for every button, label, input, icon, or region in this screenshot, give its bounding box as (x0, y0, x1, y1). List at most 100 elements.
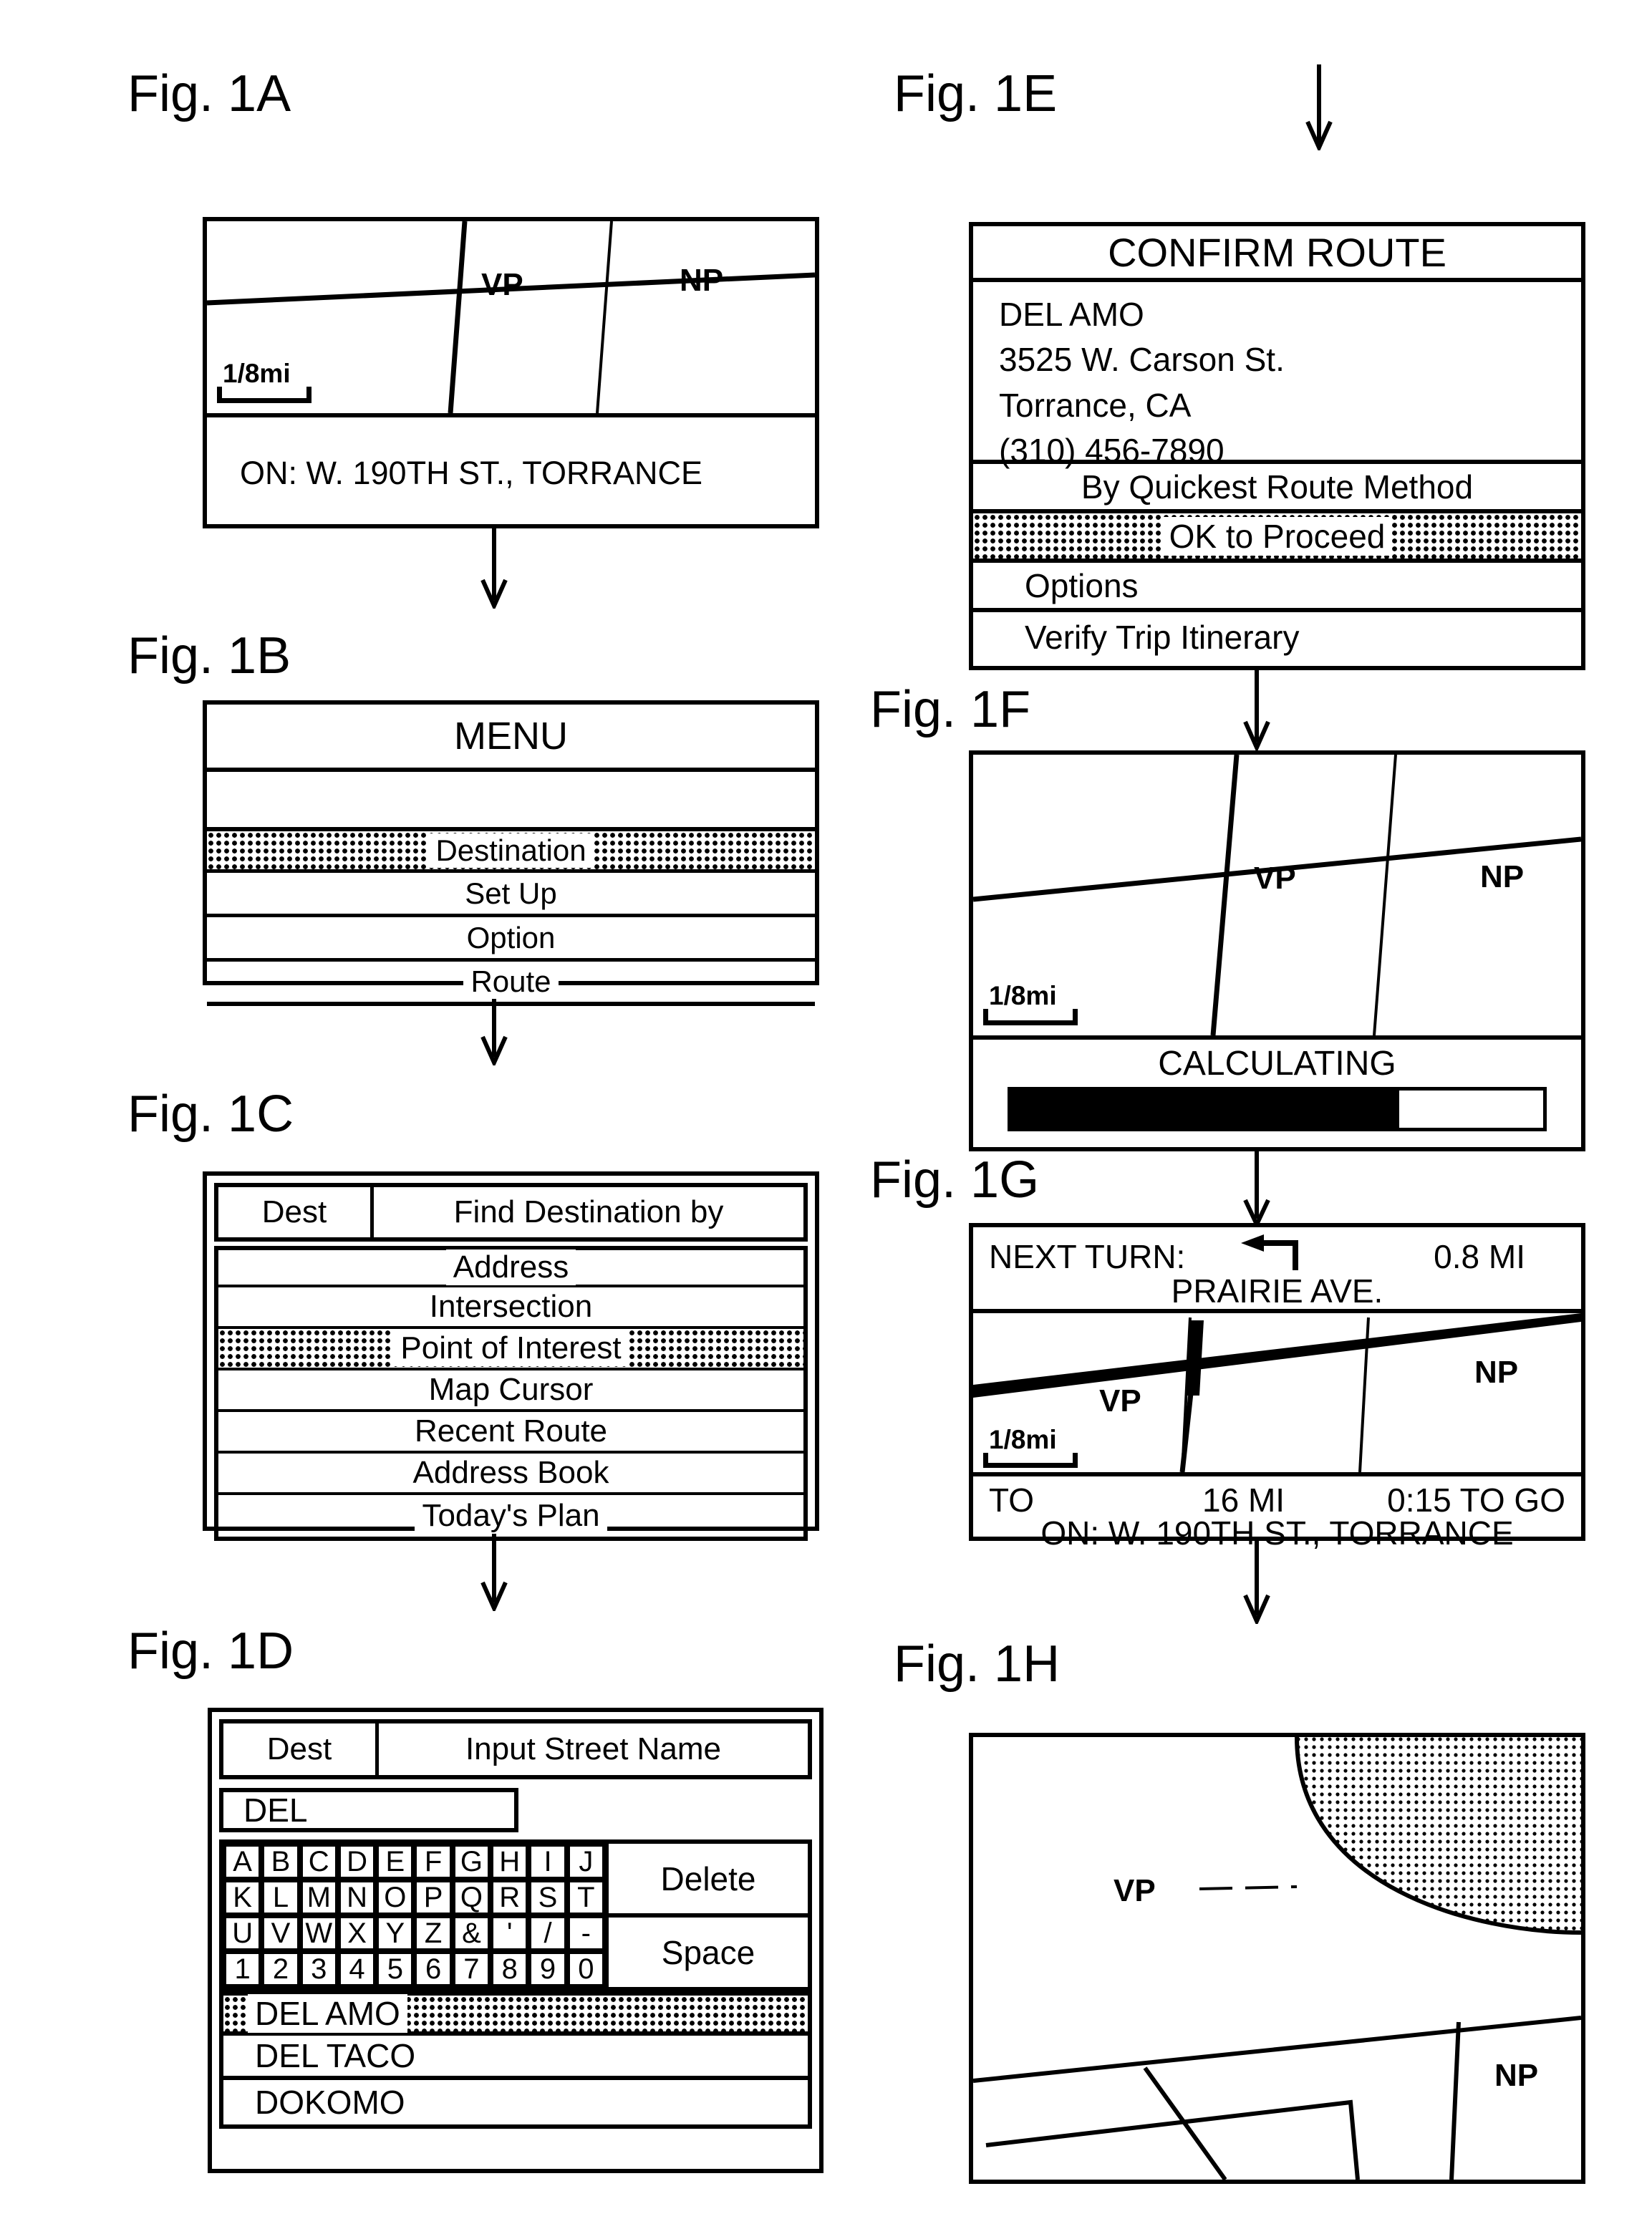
key-X[interactable]: X (337, 1915, 377, 1951)
fig1d-header-dest[interactable]: Dest (223, 1723, 379, 1775)
key-T[interactable]: T (566, 1880, 605, 1915)
key-2[interactable]: 2 (261, 1951, 300, 1987)
key-3[interactable]: 3 (299, 1951, 338, 1987)
fig1a-np-label: NP (680, 263, 724, 298)
fig1b-screen: MENU Destination Set Up Option Route (203, 700, 819, 1006)
key-F[interactable]: F (414, 1844, 453, 1880)
fig1b-menu-item-label: Destination (428, 833, 594, 868)
fig1g-map[interactable]: 1/8mi VP NP (973, 1313, 1581, 1472)
fig1c-list-item-recent-route[interactable]: Recent Route (218, 1412, 803, 1454)
key-N[interactable]: N (337, 1880, 377, 1915)
fig1d-result-del-taco[interactable]: DEL TACO (223, 2036, 808, 2080)
fig1g-trip-bar: TO 16 MI 0:15 TO GO ON: W. 190TH ST., TO… (973, 1472, 1581, 1552)
fig1c-list-item-label: Point of Interest (393, 1330, 629, 1366)
key-4[interactable]: 4 (337, 1951, 377, 1987)
key-E[interactable]: E (376, 1844, 415, 1880)
fig1f-map[interactable]: 1/8mi VP NP (973, 755, 1581, 1035)
arrow-1a-to-1b (473, 528, 516, 609)
fig1b-menu-item-label: Option (459, 920, 563, 955)
key-apostrophe[interactable]: ' (491, 1915, 529, 1951)
key-Q[interactable]: Q (452, 1880, 491, 1915)
key-G[interactable]: G (452, 1844, 491, 1880)
figure-label-1c: Fig. 1C (127, 1086, 294, 1143)
key-K[interactable]: K (223, 1880, 262, 1915)
key-5[interactable]: 5 (376, 1951, 415, 1987)
key-H[interactable]: H (491, 1844, 529, 1880)
fig1h-np-label: NP (1494, 2058, 1539, 2093)
fig1d-result-del-amo[interactable]: DEL AMO (223, 1991, 808, 2036)
key-A[interactable]: A (223, 1844, 262, 1880)
fig1a-map[interactable]: 1/8mi VP NP (207, 221, 815, 413)
fig1e-option-label: OK to Proceed (1161, 516, 1393, 556)
figure-label-1b: Fig. 1B (127, 627, 291, 685)
fig1c-list-item-map-cursor[interactable]: Map Cursor (218, 1370, 803, 1412)
key-V[interactable]: V (261, 1915, 300, 1951)
fig1e-option-verify-itinerary[interactable]: Verify Trip Itinerary (973, 612, 1581, 662)
key-9[interactable]: 9 (528, 1951, 567, 1987)
fig1d-result-label: DEL AMO (248, 1994, 407, 2033)
fig1e-option-quickest-route[interactable]: By Quickest Route Method (973, 464, 1581, 513)
key-L[interactable]: L (261, 1880, 300, 1915)
key-J[interactable]: J (566, 1844, 605, 1880)
key-R[interactable]: R (491, 1880, 529, 1915)
fig1c-list-item-intersection[interactable]: Intersection (218, 1287, 803, 1329)
fig1d-result-label: DOKOMO (248, 2083, 412, 2122)
fig1b-menu-item-option[interactable]: Option (207, 917, 815, 962)
fig1d-result-dokomo[interactable]: DOKOMO (223, 2080, 808, 2124)
key-S[interactable]: S (528, 1880, 567, 1915)
keyboard-row: K L M N O P Q R S T (223, 1880, 605, 1915)
figure-label-1h: Fig. 1H (894, 1635, 1061, 1693)
fig1e-option-label: By Quickest Route Method (1073, 467, 1481, 506)
fig1e-title: CONFIRM ROUTE (1101, 228, 1454, 276)
fig1d-screen: Dest Input Street Name DEL A B C D E F G… (208, 1708, 823, 2173)
key-I[interactable]: I (528, 1844, 567, 1880)
key-ampersand[interactable]: & (452, 1915, 491, 1951)
fig1a-scale-label: 1/8mi (223, 359, 291, 388)
fig1b-menu-item-destination[interactable]: Destination (207, 827, 815, 873)
fig1g-next-turn-street: PRAIRIE AVE. (1171, 1272, 1383, 1310)
fig1d-street-input[interactable]: DEL (219, 1788, 518, 1832)
key-7[interactable]: 7 (452, 1951, 491, 1987)
fig1e-option-options[interactable]: Options (973, 563, 1581, 612)
arrow-1f-to-1g (1235, 1151, 1278, 1227)
key-W[interactable]: W (299, 1915, 338, 1951)
fig1h-map[interactable]: VP NP (973, 1737, 1581, 2180)
key-B[interactable]: B (261, 1844, 300, 1880)
fig1e-title-bar: CONFIRM ROUTE (973, 226, 1581, 282)
fig1g-scale-label: 1/8mi (989, 1425, 1057, 1454)
fig1c-list-item-point-of-interest[interactable]: Point of Interest (218, 1329, 803, 1370)
fig1b-title-bar: MENU (207, 705, 815, 772)
fig1f-screen: 1/8mi VP NP CALCULATING (969, 750, 1585, 1151)
key-8[interactable]: 8 (491, 1951, 529, 1987)
fig1b-menu-item-setup[interactable]: Set Up (207, 873, 815, 917)
key-P[interactable]: P (414, 1880, 453, 1915)
key-U[interactable]: U (223, 1915, 262, 1951)
delete-key[interactable]: Delete (609, 1844, 808, 1918)
key-Z[interactable]: Z (414, 1915, 453, 1951)
fig1e-option-ok-to-proceed[interactable]: OK to Proceed (973, 513, 1581, 563)
fig1c-list-item-address-book[interactable]: Address Book (218, 1454, 803, 1495)
fig1g-scale-bar: 1/8mi (983, 1426, 1078, 1468)
key-6[interactable]: 6 (414, 1951, 453, 1987)
fig1d-header: Dest Input Street Name (219, 1719, 812, 1779)
fig1c-list-item-todays-plan[interactable]: Today's Plan (218, 1495, 803, 1537)
space-key[interactable]: Space (609, 1918, 808, 1987)
key-0[interactable]: 0 (566, 1951, 605, 1987)
fig1e-address-line: Torrance, CA (999, 386, 1192, 424)
key-slash[interactable]: / (528, 1915, 567, 1951)
key-D[interactable]: D (337, 1844, 377, 1880)
fig1c-header-dest[interactable]: Dest (218, 1187, 374, 1237)
fig1c-list-item-address[interactable]: Address (218, 1246, 803, 1287)
keyboard-row: U V W X Y Z & ' / - (223, 1915, 605, 1951)
fig1c-list-item-label: Address Book (405, 1455, 617, 1491)
key-Y[interactable]: Y (376, 1915, 415, 1951)
fig1f-status-text: CALCULATING (1151, 1043, 1404, 1083)
key-hyphen[interactable]: - (566, 1915, 605, 1951)
key-O[interactable]: O (376, 1880, 415, 1915)
fig1e-address-line: DEL AMO (999, 296, 1144, 333)
fig1g-next-turn-bar: NEXT TURN: 0.8 MI PRAIRIE AVE. (973, 1227, 1581, 1313)
fig1c-list-item-label: Address (445, 1249, 576, 1285)
key-C[interactable]: C (299, 1844, 338, 1880)
key-M[interactable]: M (299, 1880, 338, 1915)
key-1[interactable]: 1 (223, 1951, 262, 1987)
